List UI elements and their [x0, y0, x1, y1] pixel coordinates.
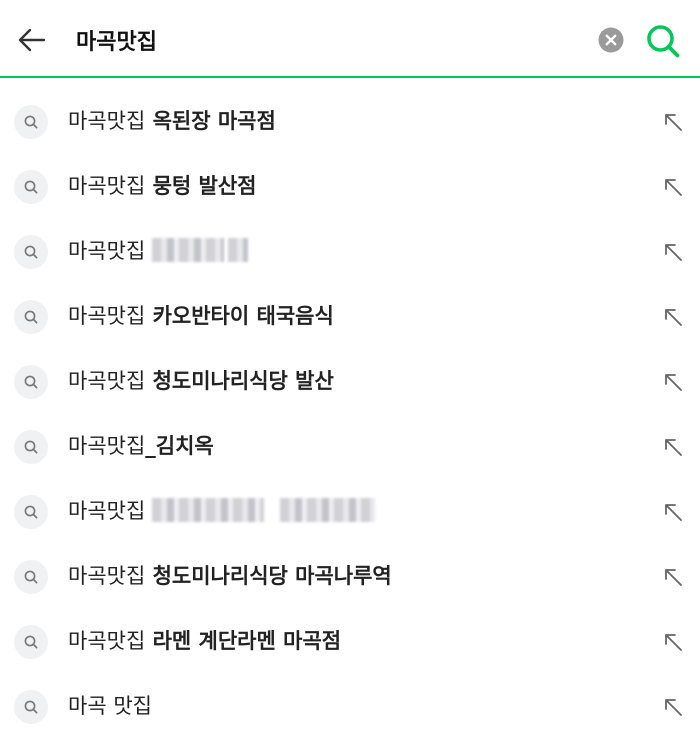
arrow-up-left-icon [665, 244, 682, 261]
suggestion-item[interactable]: 마곡맛집_김치옥 [0, 414, 700, 479]
suggestion-item[interactable]: 마곡맛집 뭉텅 발산점 [0, 154, 700, 219]
arrow-up-left-icon [665, 439, 682, 456]
fill-query-button[interactable] [660, 629, 686, 655]
arrow-up-left-icon [665, 699, 682, 716]
arrow-up-left-icon [665, 309, 682, 326]
arrow-up-left-icon [665, 179, 682, 196]
arrow-up-left-icon [665, 634, 682, 651]
suggestion-prefix: 마곡맛집 [68, 304, 146, 328]
suggestion-rest: 뭉텅 발산점 [145, 174, 257, 198]
suggestion-text: 마곡맛집 카오반타이 태국음식 [68, 284, 334, 349]
arrow-left-icon [18, 28, 46, 52]
suggestion-search-icon [14, 300, 48, 334]
suggestion-text: 마곡맛집 청도미나리식당 마곡나루역 [68, 544, 392, 609]
suggestion-item[interactable]: 마곡맛집 [0, 219, 700, 284]
redacted-text [151, 498, 264, 522]
suggestion-text: 마곡맛집 뭉텅 발산점 [68, 154, 257, 219]
suggestion-item[interactable]: 마곡 맛집 [0, 674, 700, 739]
suggestion-search-icon [14, 690, 48, 724]
suggestion-rest: 라멘 계단라멘 마곡점 [145, 629, 342, 653]
suggestion-text: 마곡맛집 옥된장 마곡점 [68, 89, 276, 154]
suggestion-search-icon [14, 625, 48, 659]
suggestion-prefix: 마곡맛집 [68, 434, 146, 458]
fill-query-button[interactable] [660, 109, 686, 135]
suggestion-text: 마곡맛집 [68, 479, 375, 544]
redacted-text [227, 238, 248, 262]
suggestion-search-icon [14, 235, 48, 269]
autocomplete-list: 마곡맛집 옥된장 마곡점 마곡맛집 뭉텅 발산점 마곡맛집 마곡맛집 카오반타이… [0, 89, 700, 739]
suggestion-rest: 청도미나리식당 마곡나루역 [145, 564, 392, 588]
search-icon [647, 25, 680, 58]
suggestion-item[interactable]: 마곡맛집 라멘 계단라멘 마곡점 [0, 609, 700, 674]
suggestion-rest: 청도미나리식당 발산 [145, 369, 334, 393]
suggestion-prefix: 마곡맛집 [68, 499, 146, 523]
suggestion-prefix: 마곡맛집 [68, 369, 146, 393]
suggestion-text: 마곡맛집 청도미나리식당 발산 [68, 349, 334, 414]
fill-query-button[interactable] [660, 174, 686, 200]
suggestion-search-icon [14, 430, 48, 464]
suggestion-item[interactable]: 마곡맛집 옥된장 마곡점 [0, 89, 700, 154]
suggestion-prefix: 마곡 맛집 [68, 694, 152, 718]
back-button[interactable] [12, 20, 52, 60]
suggestion-search-icon [14, 560, 48, 594]
suggestion-item[interactable]: 마곡맛집 청도미나리식당 마곡나루역 [0, 544, 700, 609]
fill-query-button[interactable] [660, 369, 686, 395]
suggestion-rest: 옥된장 마곡점 [145, 109, 276, 133]
redacted-text [151, 238, 224, 262]
suggestion-rest: 카오반타이 태국음식 [145, 304, 334, 328]
fill-query-button[interactable] [660, 564, 686, 590]
arrow-up-left-icon [665, 374, 682, 391]
suggestion-item[interactable]: 마곡맛집 청도미나리식당 발산 [0, 349, 700, 414]
fill-query-button[interactable] [660, 499, 686, 525]
suggestion-prefix: 마곡맛집 [68, 564, 146, 588]
arrow-up-left-icon [665, 569, 682, 586]
fill-query-button[interactable] [660, 434, 686, 460]
fill-query-button[interactable] [660, 304, 686, 330]
redacted-text [279, 498, 375, 522]
suggestion-item[interactable]: 마곡맛집 [0, 479, 700, 544]
close-circle-icon [598, 27, 624, 53]
search-header [0, 0, 700, 78]
suggestion-search-icon [14, 105, 48, 139]
suggestion-text: 마곡맛집 라멘 계단라멘 마곡점 [68, 609, 341, 674]
suggestion-prefix: 마곡맛집 [68, 629, 146, 653]
suggestion-prefix: 마곡맛집 [68, 174, 146, 198]
arrow-up-left-icon [665, 504, 682, 521]
suggestion-search-icon [14, 170, 48, 204]
suggestion-prefix: 마곡맛집 [68, 239, 146, 263]
clear-search-button[interactable] [597, 26, 625, 54]
arrow-up-left-icon [665, 114, 682, 131]
suggestion-item[interactable]: 마곡맛집 카오반타이 태국음식 [0, 284, 700, 349]
fill-query-button[interactable] [660, 694, 686, 720]
suggestion-search-icon [14, 495, 48, 529]
suggestion-search-icon [14, 365, 48, 399]
suggestion-rest: _김치옥 [145, 434, 214, 458]
suggestion-text: 마곡 맛집 [68, 674, 152, 739]
suggestion-prefix: 마곡맛집 [68, 109, 146, 133]
search-input[interactable] [76, 20, 576, 60]
suggestion-text: 마곡맛집_김치옥 [68, 414, 214, 479]
suggestion-text: 마곡맛집 [68, 219, 248, 284]
search-submit-button[interactable] [644, 22, 682, 60]
fill-query-button[interactable] [660, 239, 686, 265]
